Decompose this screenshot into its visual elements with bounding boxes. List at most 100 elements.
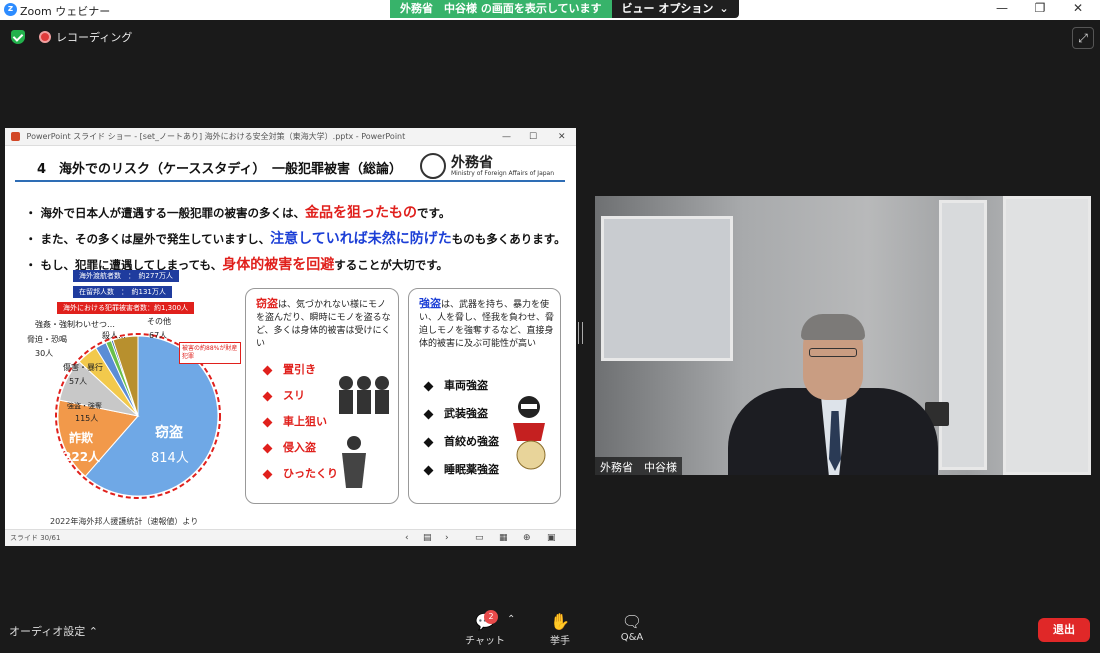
panel-splitter[interactable] [578,322,583,344]
pie-theft-value: 814人 [151,451,189,466]
theft-panel: 窃盗は、気づかれない様にモノを盗んだり、瞬時にモノを盗るなど、多くは身体的被害は… [245,288,399,504]
recording-icon [39,31,51,43]
pie-fraud-name: 詐欺 [69,431,94,445]
pen-icon: ▭ [475,533,484,543]
callout-property-crime: 被害の約88%が財産犯罪 [179,342,241,364]
leave-button[interactable]: 退出 [1038,618,1090,642]
bullet-3-post: することが大切です。 [334,258,449,272]
chevron-up-icon: ⌃ [88,625,98,638]
theft-item-3: 車上狙い [262,413,327,429]
pie-threat-label: 脅迫・恐喝 [27,335,67,344]
theft-desc: 窃盗は、気づかれない様にモノを盗んだり、瞬時にモノを盗るなど、多くは身体的被害は… [256,297,394,351]
diamond-bullet-icon [262,443,273,453]
robbery-item-1-label: 車両強盗 [444,379,488,392]
ministry-emblem-icon [420,153,446,179]
qa-icon: 🗨 [621,612,643,631]
fullscreen-icon[interactable]: ⤢ [1072,27,1094,49]
robbery-item-1: 車両強盗 [423,377,488,393]
hand-icon: ✋ [550,612,570,631]
prev-slide-icon: ‹ [405,533,409,543]
bullet-1-post: です。 [417,206,451,220]
ppt-status-bar: スライド 30/61 ‹ ▤ › ▭ ▦ ⊕ ▣ [5,529,576,546]
bullet-1-highlight: 金品を狙ったもの [305,205,418,221]
ppt-restore-icon: ☐ [529,132,538,142]
diamond-bullet-icon [423,465,434,475]
video-window-left [601,216,733,361]
ppt-title: PowerPoint スライド ショー - [set_ノートあり] 海外における… [26,132,406,141]
theft-item-2-label: スリ [283,389,305,402]
robbery-item-2-label: 武装強盗 [444,407,488,420]
thief-illustration-icon [339,376,389,488]
bullet-3-highlight: 身体的被害を回避 [222,257,335,273]
audio-settings-button[interactable]: オーディオ設定 ⌃ [9,623,98,639]
speaker-video[interactable]: 外務省 中谷様 [595,196,1091,475]
robbery-item-2: 武装強盗 [423,405,488,421]
pie-robbery-value: 115人 [75,414,99,423]
ministry-name-en: Ministry of Foreign Affairs of Japan [451,170,555,177]
theft-item-1-label: 置引き [283,363,316,376]
chat-label: チャット [465,636,505,647]
slide: 4 海外でのリスク（ケーススタディ） 一般犯罪被害（総論） 外務省 Minist… [5,146,576,529]
bullet-1-pre: ・ 海外で日本人が遭遇する一般犯罪の被害の多くは、 [25,206,306,220]
speaker-glasses [809,348,857,357]
security-shield-icon[interactable] [11,30,25,44]
stat-residents: 在留邦人数 ： 約131万人 [73,286,172,298]
pie-theft-name: 窃盗 [155,425,183,441]
slide-sorter-icon: ▤ [423,533,432,543]
next-slide-icon: › [445,533,449,543]
slide-header: 4 海外でのリスク（ケーススタディ） 一般犯罪被害（総論） 外務省 Minist… [15,152,565,182]
share-banner-text: 外務省 中谷様 の画面を表示しています [390,0,612,18]
app-title: Zoom ウェビナー [20,5,111,18]
theft-item-2: スリ [262,387,305,403]
bullet-2-post: ものも多くあります。 [451,232,566,246]
robbery-item-4: 睡眠薬強盗 [423,461,499,477]
robber-illustration-icon [513,396,546,470]
view-options-button[interactable]: ビュー オプション ⌄ [611,0,739,18]
ministry-name-jp: 外務省 [451,155,493,171]
window-title-bar: z Zoom ウェビナー 外務省 中谷様 の画面を表示しています ビュー オプシ… [0,0,1100,20]
ppt-close-icon: ✕ [558,132,566,142]
view-options-label: ビュー オプション [621,2,714,15]
close-button[interactable]: ✕ [1068,1,1088,15]
pie-other-label: その他 [147,317,171,326]
stat-victims: 海外における犯罪被害者数：約1,300人 [57,302,195,314]
diamond-bullet-icon [262,391,273,401]
robbery-item-3-label: 首絞め強盗 [444,435,499,448]
pie-robbery-label: 強盗・強奪 [67,402,102,410]
pie-sexual-label: 強姦・強制わいせつ… [35,320,115,329]
diamond-bullet-icon [423,409,434,419]
ppt-minimize-icon: — [502,132,511,142]
bullet-2-highlight: 注意していれば未然に防げた [270,231,452,247]
pie-other-value: 67人 [149,331,168,340]
zoom-logo-icon: z [4,3,17,16]
chat-badge: 2 [484,610,498,624]
raise-hand-label: 挙手 [550,636,570,647]
diamond-bullet-icon [423,437,434,447]
theft-item-4-label: 侵入盗 [283,441,316,454]
raise-hand-button[interactable]: ✋ 挙手 [535,612,585,647]
diamond-bullet-icon [262,469,273,479]
theft-title: 窃盗 [256,297,278,310]
slide-counter: スライド 30/61 [10,534,61,542]
robbery-desc: 強盗は、武器を持ち、暴力を使い、人を脅し、怪我を負わせ、脅迫しモノを強奪するなど… [419,297,557,351]
chat-chevron-up-icon[interactable]: ⌃ [507,614,515,625]
recording-label: レコーディング [56,31,133,44]
theft-item-4: 侵入盗 [262,439,316,455]
robbery-item-3: 首絞め強盗 [423,433,499,449]
pie-fraud-value: 222人 [63,450,101,464]
theft-item-1: 置引き [262,361,316,377]
robbery-panel: 強盗は、武器を持ち、暴力を使い、人を脅し、怪我を負わせ、脅迫しモノを強奪するなど… [408,288,561,504]
diamond-bullet-icon [423,381,434,391]
chevron-down-icon: ⌄ [719,2,729,15]
minimize-button[interactable]: — [992,1,1012,15]
slide-heading: 4 海外でのリスク（ケーススタディ） 一般犯罪被害（総論） [37,162,402,177]
restore-button[interactable]: ❐ [1030,1,1050,15]
ppt-title-bar: PowerPoint スライド ショー - [set_ノートあり] 海外における… [5,128,576,146]
video-window-far [1003,196,1091,475]
participant-name: 外務省 中谷様 [595,457,682,475]
qa-button[interactable]: 🗨 Q&A [607,612,657,643]
audio-settings-label: オーディオ設定 [9,625,86,638]
bullet-1: ・ 海外で日本人が遭遇する一般犯罪の被害の多くは、金品を狙ったものです。 [25,202,450,222]
powerpoint-icon [11,132,20,141]
stat-travelers: 海外渡航者数 ： 約277万人 [73,270,179,282]
